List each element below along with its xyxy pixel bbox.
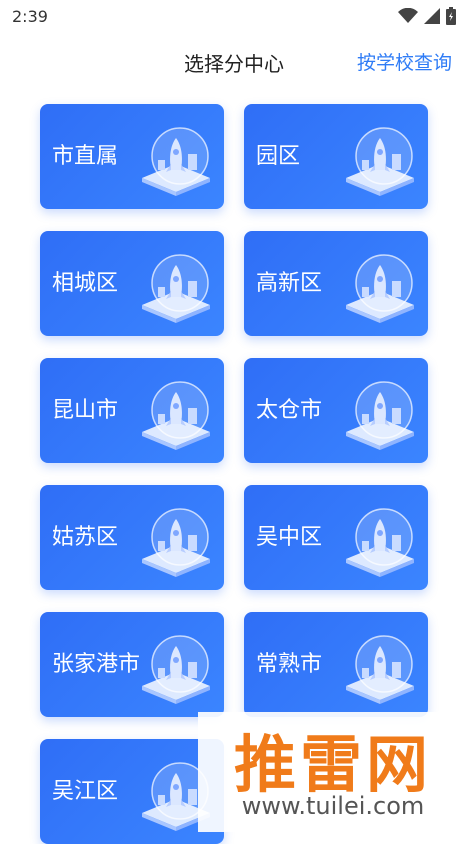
- center-card-shizhishu[interactable]: 市直属: [40, 104, 224, 209]
- watermark: 推雷网 www.tuilei.com: [198, 712, 468, 832]
- center-label: 高新区: [256, 271, 323, 296]
- center-card-yuanqu[interactable]: 园区: [244, 104, 428, 209]
- center-card-kunshan[interactable]: 昆山市: [40, 358, 224, 463]
- center-card-gusu[interactable]: 姑苏区: [40, 485, 224, 590]
- watermark-logo: 推雷网: [233, 728, 432, 801]
- rocket-globe-icon: [136, 634, 214, 704]
- center-card-changshu[interactable]: 常熟市: [244, 612, 428, 717]
- battery-icon: [446, 7, 456, 25]
- center-label: 市直属: [52, 144, 119, 169]
- center-card-gaoxin[interactable]: 高新区: [244, 231, 428, 336]
- center-label: 吴中区: [256, 525, 323, 550]
- search-by-school-link[interactable]: 按学校查询: [357, 48, 452, 75]
- center-label: 常熟市: [256, 652, 323, 677]
- rocket-globe-icon: [340, 253, 418, 323]
- center-label: 园区: [256, 144, 301, 169]
- center-label: 相城区: [52, 271, 119, 296]
- rocket-globe-icon: [136, 126, 214, 196]
- status-bar: 2:39: [0, 0, 468, 32]
- rocket-globe-icon: [136, 380, 214, 450]
- watermark-url: www.tuilei.com: [241, 792, 425, 820]
- center-card-wuzhong[interactable]: 吴中区: [244, 485, 428, 590]
- center-label: 吴江区: [52, 779, 119, 804]
- signal-icon: [424, 8, 440, 24]
- center-card-wujiang[interactable]: 吴江区: [40, 739, 224, 844]
- rocket-globe-icon: [340, 634, 418, 704]
- rocket-globe-icon: [136, 507, 214, 577]
- rocket-globe-icon: [340, 380, 418, 450]
- rocket-globe-icon: [340, 126, 418, 196]
- wifi-icon: [398, 8, 418, 23]
- status-time: 2:39: [12, 6, 48, 26]
- rocket-globe-icon: [136, 253, 214, 323]
- center-card-xiangcheng[interactable]: 相城区: [40, 231, 224, 336]
- status-icons: [398, 7, 456, 25]
- rocket-globe-icon: [340, 507, 418, 577]
- center-label: 昆山市: [52, 398, 119, 423]
- center-card-taicang[interactable]: 太仓市: [244, 358, 428, 463]
- center-label: 张家港市: [52, 652, 141, 677]
- center-label: 姑苏区: [52, 525, 119, 550]
- header: 选择分中心 按学校查询: [0, 40, 468, 84]
- center-label: 太仓市: [256, 398, 323, 423]
- center-card-zhangjiagang[interactable]: 张家港市: [40, 612, 224, 717]
